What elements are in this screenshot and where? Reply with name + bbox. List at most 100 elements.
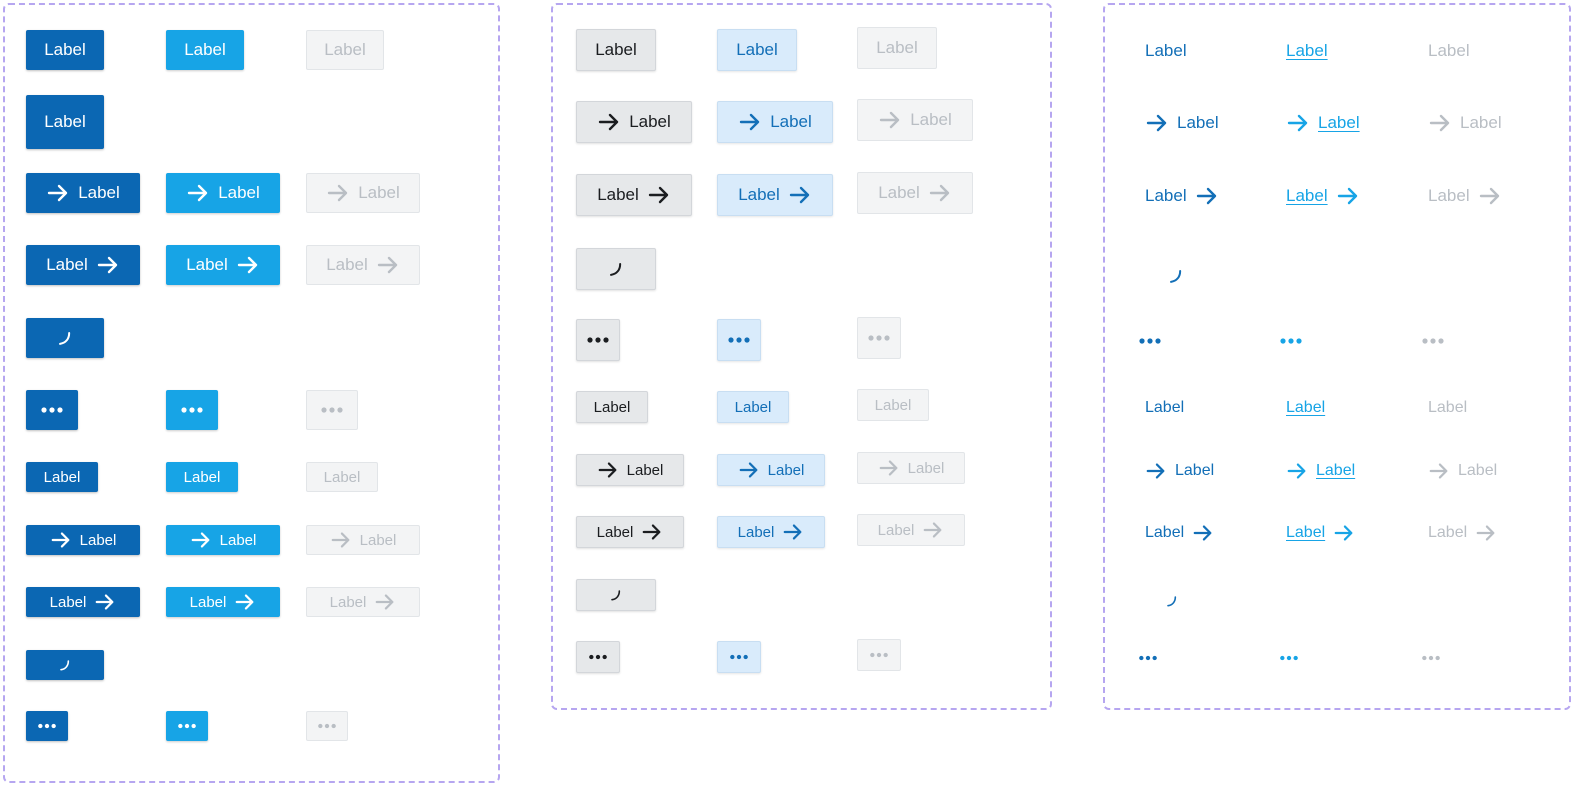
link-disabled-more-button[interactable] (1421, 327, 1445, 355)
link-label-button[interactable]: Label (1145, 394, 1184, 422)
link-disabled-label-button[interactable]: Label (1428, 394, 1467, 422)
link-hover-label-button[interactable]: Label (1286, 37, 1328, 65)
primary-loading-button-sm[interactable] (26, 650, 104, 680)
button-label: Label (595, 40, 637, 59)
secondary-disabled-icon-left-button-sm[interactable]: Label (857, 452, 965, 484)
primary-disabled-icon-left-button-lg[interactable]: Label (306, 173, 420, 213)
link-loading-button[interactable] (1166, 262, 1186, 290)
more-horizontal-icon (1280, 338, 1302, 344)
primary-disabled-label-button-lg[interactable]: Label (306, 30, 384, 70)
secondary-hover-label-button-sm[interactable]: Label (717, 391, 789, 423)
primary-label-button-tall[interactable]: Label (26, 95, 104, 149)
link-icon-left-button[interactable]: Label (1145, 457, 1214, 485)
link-icon-right-button[interactable]: Label (1145, 519, 1214, 547)
secondary-icon-left-button-sm[interactable]: Label (576, 454, 684, 486)
link-hover-icon-left-button[interactable]: Label (1286, 109, 1360, 137)
link-hover-icon-right-button[interactable]: Label (1286, 182, 1360, 210)
more-horizontal-icon (181, 407, 203, 413)
primary-hover-icon-right-button-sm[interactable]: Label (166, 587, 280, 617)
button-label: Label (1428, 41, 1470, 60)
secondary-icon-right-button-lg[interactable]: Label (576, 174, 692, 216)
link-hover-icon-right-button[interactable]: Label (1286, 519, 1355, 547)
primary-more-button-sm[interactable] (26, 711, 68, 741)
link-disabled-icon-left-button[interactable]: Label (1428, 109, 1502, 137)
secondary-hover-icon-left-button-sm[interactable]: Label (717, 454, 825, 486)
button-label: Label (184, 40, 226, 59)
link-hover-icon-left-button[interactable]: Label (1286, 457, 1355, 485)
button-label: Label (1428, 399, 1468, 416)
primary-disabled-label-button-sm[interactable]: Label (306, 462, 378, 492)
secondary-more-button-lg[interactable] (576, 319, 620, 361)
primary-disabled-icon-right-button-lg[interactable]: Label (306, 245, 420, 285)
arrow-right-icon (1334, 525, 1353, 541)
primary-hover-icon-left-button-lg[interactable]: Label (166, 173, 280, 213)
link-loading-button-sm[interactable] (1164, 587, 1180, 615)
primary-icon-left-button-sm[interactable]: Label (26, 525, 140, 555)
link-disabled-more-button-sm[interactable] (1421, 644, 1441, 672)
link-hover-more-button[interactable] (1279, 327, 1303, 355)
secondary-hover-icon-right-button-sm[interactable]: Label (717, 516, 825, 548)
link-disabled-icon-right-button[interactable]: Label (1428, 519, 1497, 547)
link-disabled-icon-left-button[interactable]: Label (1428, 457, 1497, 485)
button-label: Label (1145, 186, 1187, 205)
primary-label-button-sm[interactable]: Label (26, 462, 98, 492)
arrow-right-icon (598, 462, 617, 478)
secondary-disabled-icon-right-button-lg[interactable]: Label (857, 172, 973, 214)
secondary-hover-label-button-lg[interactable]: Label (717, 29, 797, 71)
link-disabled-label-button[interactable]: Label (1428, 37, 1470, 65)
primary-hover-label-button-lg[interactable]: Label (166, 30, 244, 70)
primary-disabled-more-button-sm[interactable] (306, 711, 348, 741)
link-hover-more-button-sm[interactable] (1279, 644, 1299, 672)
button-label: Label (219, 531, 257, 549)
secondary-disabled-label-button-sm[interactable]: Label (857, 389, 929, 421)
secondary-loading-button-lg[interactable] (576, 248, 656, 290)
primary-hover-more-button-sm[interactable] (166, 711, 208, 741)
button-label: Label (49, 593, 87, 611)
secondary-disabled-label-button-lg[interactable]: Label (857, 27, 937, 69)
button-label: Label (44, 112, 86, 131)
primary-hover-label-button-sm[interactable]: Label (166, 462, 238, 492)
link-icon-right-button[interactable]: Label (1145, 182, 1219, 210)
primary-hover-more-button-lg[interactable] (166, 390, 218, 430)
primary-icon-right-button-sm[interactable]: Label (26, 587, 140, 617)
primary-icon-right-button-lg[interactable]: Label (26, 245, 140, 285)
loading-spinner-icon (1167, 596, 1177, 607)
secondary-hover-icon-right-button-lg[interactable]: Label (717, 174, 833, 216)
button-label: Label (79, 531, 117, 549)
secondary-label-button-sm[interactable]: Label (576, 391, 648, 423)
primary-disabled-icon-left-button-sm[interactable]: Label (306, 525, 420, 555)
primary-hover-icon-left-button-sm[interactable]: Label (166, 525, 280, 555)
primary-disabled-icon-right-button-sm[interactable]: Label (306, 587, 420, 617)
link-more-button-sm[interactable] (1138, 644, 1158, 672)
button-label: Label (326, 255, 368, 274)
primary-more-button-lg[interactable] (26, 390, 78, 430)
secondary-disabled-icon-left-button-lg[interactable]: Label (857, 99, 973, 141)
primary-disabled-more-button-lg[interactable] (306, 390, 358, 430)
loading-spinner-icon (610, 263, 622, 276)
secondary-icon-right-button-sm[interactable]: Label (576, 516, 684, 548)
link-hover-label-button[interactable]: Label (1286, 394, 1325, 422)
link-disabled-icon-right-button[interactable]: Label (1428, 182, 1502, 210)
arrow-right-icon (235, 594, 254, 610)
more-horizontal-icon (1422, 655, 1440, 661)
more-horizontal-icon (1280, 655, 1298, 661)
button-label: Label (44, 40, 86, 59)
secondary-label-button-lg[interactable]: Label (576, 29, 656, 71)
secondary-disabled-more-button-sm[interactable] (857, 639, 901, 671)
secondary-hover-more-button-lg[interactable] (717, 319, 761, 361)
secondary-more-button-sm[interactable] (576, 641, 620, 673)
link-label-button[interactable]: Label (1145, 37, 1187, 65)
primary-hover-icon-right-button-lg[interactable]: Label (166, 245, 280, 285)
primary-icon-left-button-lg[interactable]: Label (26, 173, 140, 213)
link-icon-left-button[interactable]: Label (1145, 109, 1219, 137)
secondary-disabled-icon-right-button-sm[interactable]: Label (857, 514, 965, 546)
secondary-loading-button-sm[interactable] (576, 579, 656, 611)
secondary-icon-left-button-lg[interactable]: Label (576, 101, 692, 143)
primary-label-button-lg[interactable]: Label (26, 30, 104, 70)
secondary-disabled-more-button-lg[interactable] (857, 317, 901, 359)
secondary-hover-icon-left-button-lg[interactable]: Label (717, 101, 833, 143)
primary-loading-button-lg[interactable] (26, 318, 104, 358)
button-label: Label (1145, 399, 1185, 416)
secondary-hover-more-button-sm[interactable] (717, 641, 761, 673)
link-more-button[interactable] (1138, 327, 1162, 355)
